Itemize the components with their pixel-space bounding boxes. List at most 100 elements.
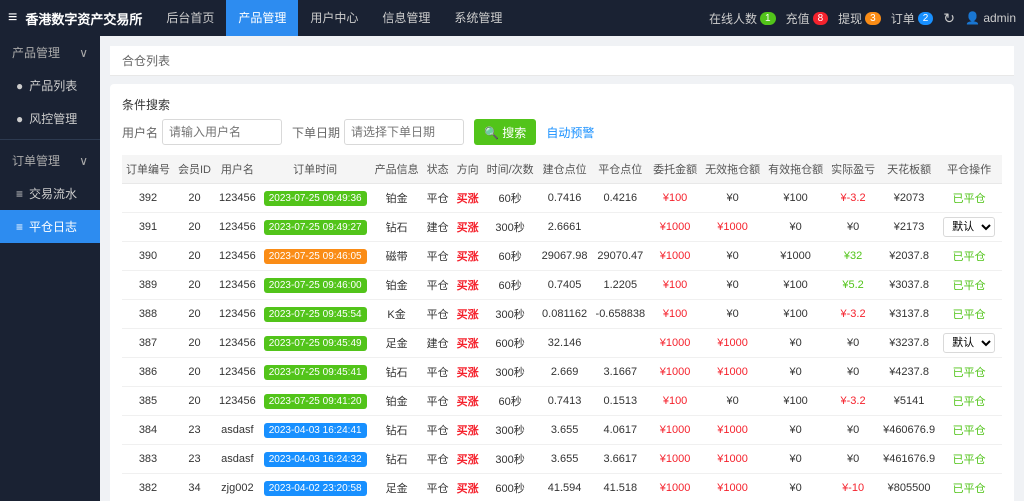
cell-order-time: 2023-07-25 09:45:54 xyxy=(260,300,371,329)
cell-username: asdasf xyxy=(215,416,260,445)
nav-item-product[interactable]: 产品管理 xyxy=(226,0,298,36)
online-badge: 1 xyxy=(760,12,776,25)
cell-username: asdasf xyxy=(215,445,260,474)
cell-ceiling: ¥4237.8 xyxy=(879,358,939,387)
th-status: 状态 xyxy=(423,155,453,184)
table-row: 384 23 asdasf 2023-04-03 16:24:41 钻石 平仓 … xyxy=(122,416,1002,445)
cell-product: 钻石 xyxy=(371,416,423,445)
cell-valid: ¥100 xyxy=(764,184,827,213)
chevron-down-icon: ∨ xyxy=(79,46,88,60)
order-time-tag: 2023-07-25 09:41:20 xyxy=(264,394,367,409)
cell-close-price: 3.6617 xyxy=(592,445,650,474)
nav-item-system[interactable]: 系统管理 xyxy=(442,0,514,36)
cell-detail: 查看删除 xyxy=(999,445,1002,474)
cell-close-op: 默认拒以已以全部全写 xyxy=(939,213,999,242)
cell-time-count: 600秒 xyxy=(483,329,538,358)
cell-time-count: 60秒 xyxy=(483,184,538,213)
content-box: 条件搜索 用户名 下单日期 🔍 搜索 自动预警 xyxy=(110,84,1014,501)
cell-ceiling: ¥805500 xyxy=(879,474,939,501)
cell-status: 平仓 xyxy=(423,445,453,474)
cell-valid: ¥0 xyxy=(764,445,827,474)
main-content: 合仓列表 条件搜索 用户名 下单日期 🔍 搜索 自动预警 xyxy=(100,36,1024,501)
sidebar-section-product[interactable]: 产品管理 ∨ xyxy=(0,36,100,69)
cell-order-time: 2023-07-25 09:41:20 xyxy=(260,387,371,416)
th-product: 产品信息 xyxy=(371,155,423,184)
nav-item-home[interactable]: 后台首页 xyxy=(154,0,226,36)
close-op-select[interactable]: 默认拒以已以全部全写 xyxy=(943,217,995,237)
cell-order-id: 390 xyxy=(122,242,174,271)
search-button[interactable]: 🔍 搜索 xyxy=(474,119,536,145)
cell-actual-pl: ¥0 xyxy=(827,213,879,242)
date-input[interactable] xyxy=(344,119,464,145)
close-op-status: 已平仓 xyxy=(953,454,986,466)
search-row: 用户名 下单日期 🔍 搜索 自动预警 xyxy=(122,119,1002,145)
cell-time-count: 300秒 xyxy=(483,213,538,242)
cell-close-price: 3.1667 xyxy=(592,358,650,387)
cell-ceiling: ¥5141 xyxy=(879,387,939,416)
sidebar-section-order[interactable]: 订单管理 ∨ xyxy=(0,144,100,177)
cell-close-price: 0.1513 xyxy=(592,387,650,416)
th-open-price: 建仓点位 xyxy=(538,155,592,184)
nav-item-user[interactable]: 用户中心 xyxy=(298,0,370,36)
th-member-id: 会员ID xyxy=(174,155,215,184)
cell-open-price: 0.7413 xyxy=(538,387,592,416)
cell-actual-pl: ¥0 xyxy=(827,329,879,358)
product-list-icon: ● xyxy=(16,79,23,93)
table-row: 385 20 123456 2023-07-25 09:41:20 铂金 平仓 … xyxy=(122,387,1002,416)
online-count: 在线人数 1 xyxy=(709,10,776,27)
username-input[interactable] xyxy=(162,119,282,145)
cell-username: 123456 xyxy=(215,242,260,271)
cell-direction: 买涨 xyxy=(453,416,483,445)
sidebar-item-product-list[interactable]: ● 产品列表 xyxy=(0,69,100,102)
th-actual-pl: 实际盈亏 xyxy=(827,155,879,184)
cell-close-op: 已平仓 xyxy=(939,184,999,213)
admin-label[interactable]: 👤 admin xyxy=(965,11,1016,25)
date-label: 下单日期 xyxy=(292,124,340,141)
close-op-select[interactable]: 默认拒以已以全部全写 xyxy=(943,333,995,353)
online-label: 在线人数 xyxy=(709,10,757,27)
cell-close-price xyxy=(592,213,650,242)
sidebar-item-trade-flow[interactable]: ≡ 交易流水 xyxy=(0,177,100,210)
order-time-tag: 2023-07-25 09:45:54 xyxy=(264,307,367,322)
order-time-tag: 2023-04-03 16:24:32 xyxy=(264,452,367,467)
recharge-badge: 8 xyxy=(813,12,829,25)
sidebar-item-close-log[interactable]: ≡ 平仓日志 xyxy=(0,210,100,243)
cell-member-id: 20 xyxy=(174,300,215,329)
sidebar-item-risk[interactable]: ● 风控管理 xyxy=(0,102,100,135)
cell-ceiling: ¥3237.8 xyxy=(879,329,939,358)
order-item: 订单 2 xyxy=(891,10,934,27)
cell-time-count: 60秒 xyxy=(483,387,538,416)
cell-product: 足金 xyxy=(371,474,423,501)
cell-order-id: 391 xyxy=(122,213,174,242)
close-op-status: 已平仓 xyxy=(953,309,986,321)
cell-close-op: 已平仓 xyxy=(939,474,999,501)
cell-order-time: 2023-07-25 09:49:36 xyxy=(260,184,371,213)
cell-open-price: 41.594 xyxy=(538,474,592,501)
cell-direction: 买涨 xyxy=(453,474,483,501)
order-time-tag: 2023-07-25 09:45:49 xyxy=(264,336,367,351)
cell-detail: 查看删除 xyxy=(999,358,1002,387)
logo: 香港数字资产交易所 xyxy=(25,9,142,28)
cell-close-op: 已平仓 xyxy=(939,271,999,300)
table-row: 388 20 123456 2023-07-25 09:45:54 K金 平仓 … xyxy=(122,300,1002,329)
cell-open-price: 29067.98 xyxy=(538,242,592,271)
cell-direction: 买涨 xyxy=(453,329,483,358)
cell-status: 平仓 xyxy=(423,474,453,501)
refresh-icon[interactable]: ↻ xyxy=(943,10,955,27)
order-time-tag: 2023-04-02 23:20:58 xyxy=(264,481,367,496)
cell-product: 钻石 xyxy=(371,358,423,387)
nav-item-info[interactable]: 信息管理 xyxy=(370,0,442,36)
cell-direction: 买涨 xyxy=(453,300,483,329)
cell-status: 平仓 xyxy=(423,300,453,329)
cell-order-time: 2023-07-25 09:49:27 xyxy=(260,213,371,242)
th-username: 用户名 xyxy=(215,155,260,184)
cell-actual-pl: ¥5.2 xyxy=(827,271,879,300)
auto-close-button[interactable]: 自动预警 xyxy=(546,124,594,141)
withdraw-badge: 3 xyxy=(865,12,881,25)
hamburger-icon[interactable]: ≡ xyxy=(8,9,17,27)
cell-close-price: 4.0617 xyxy=(592,416,650,445)
th-valid-amount: 有效拖仓额 xyxy=(764,155,827,184)
cell-username: 123456 xyxy=(215,358,260,387)
cell-username: 123456 xyxy=(215,329,260,358)
cell-status: 平仓 xyxy=(423,387,453,416)
